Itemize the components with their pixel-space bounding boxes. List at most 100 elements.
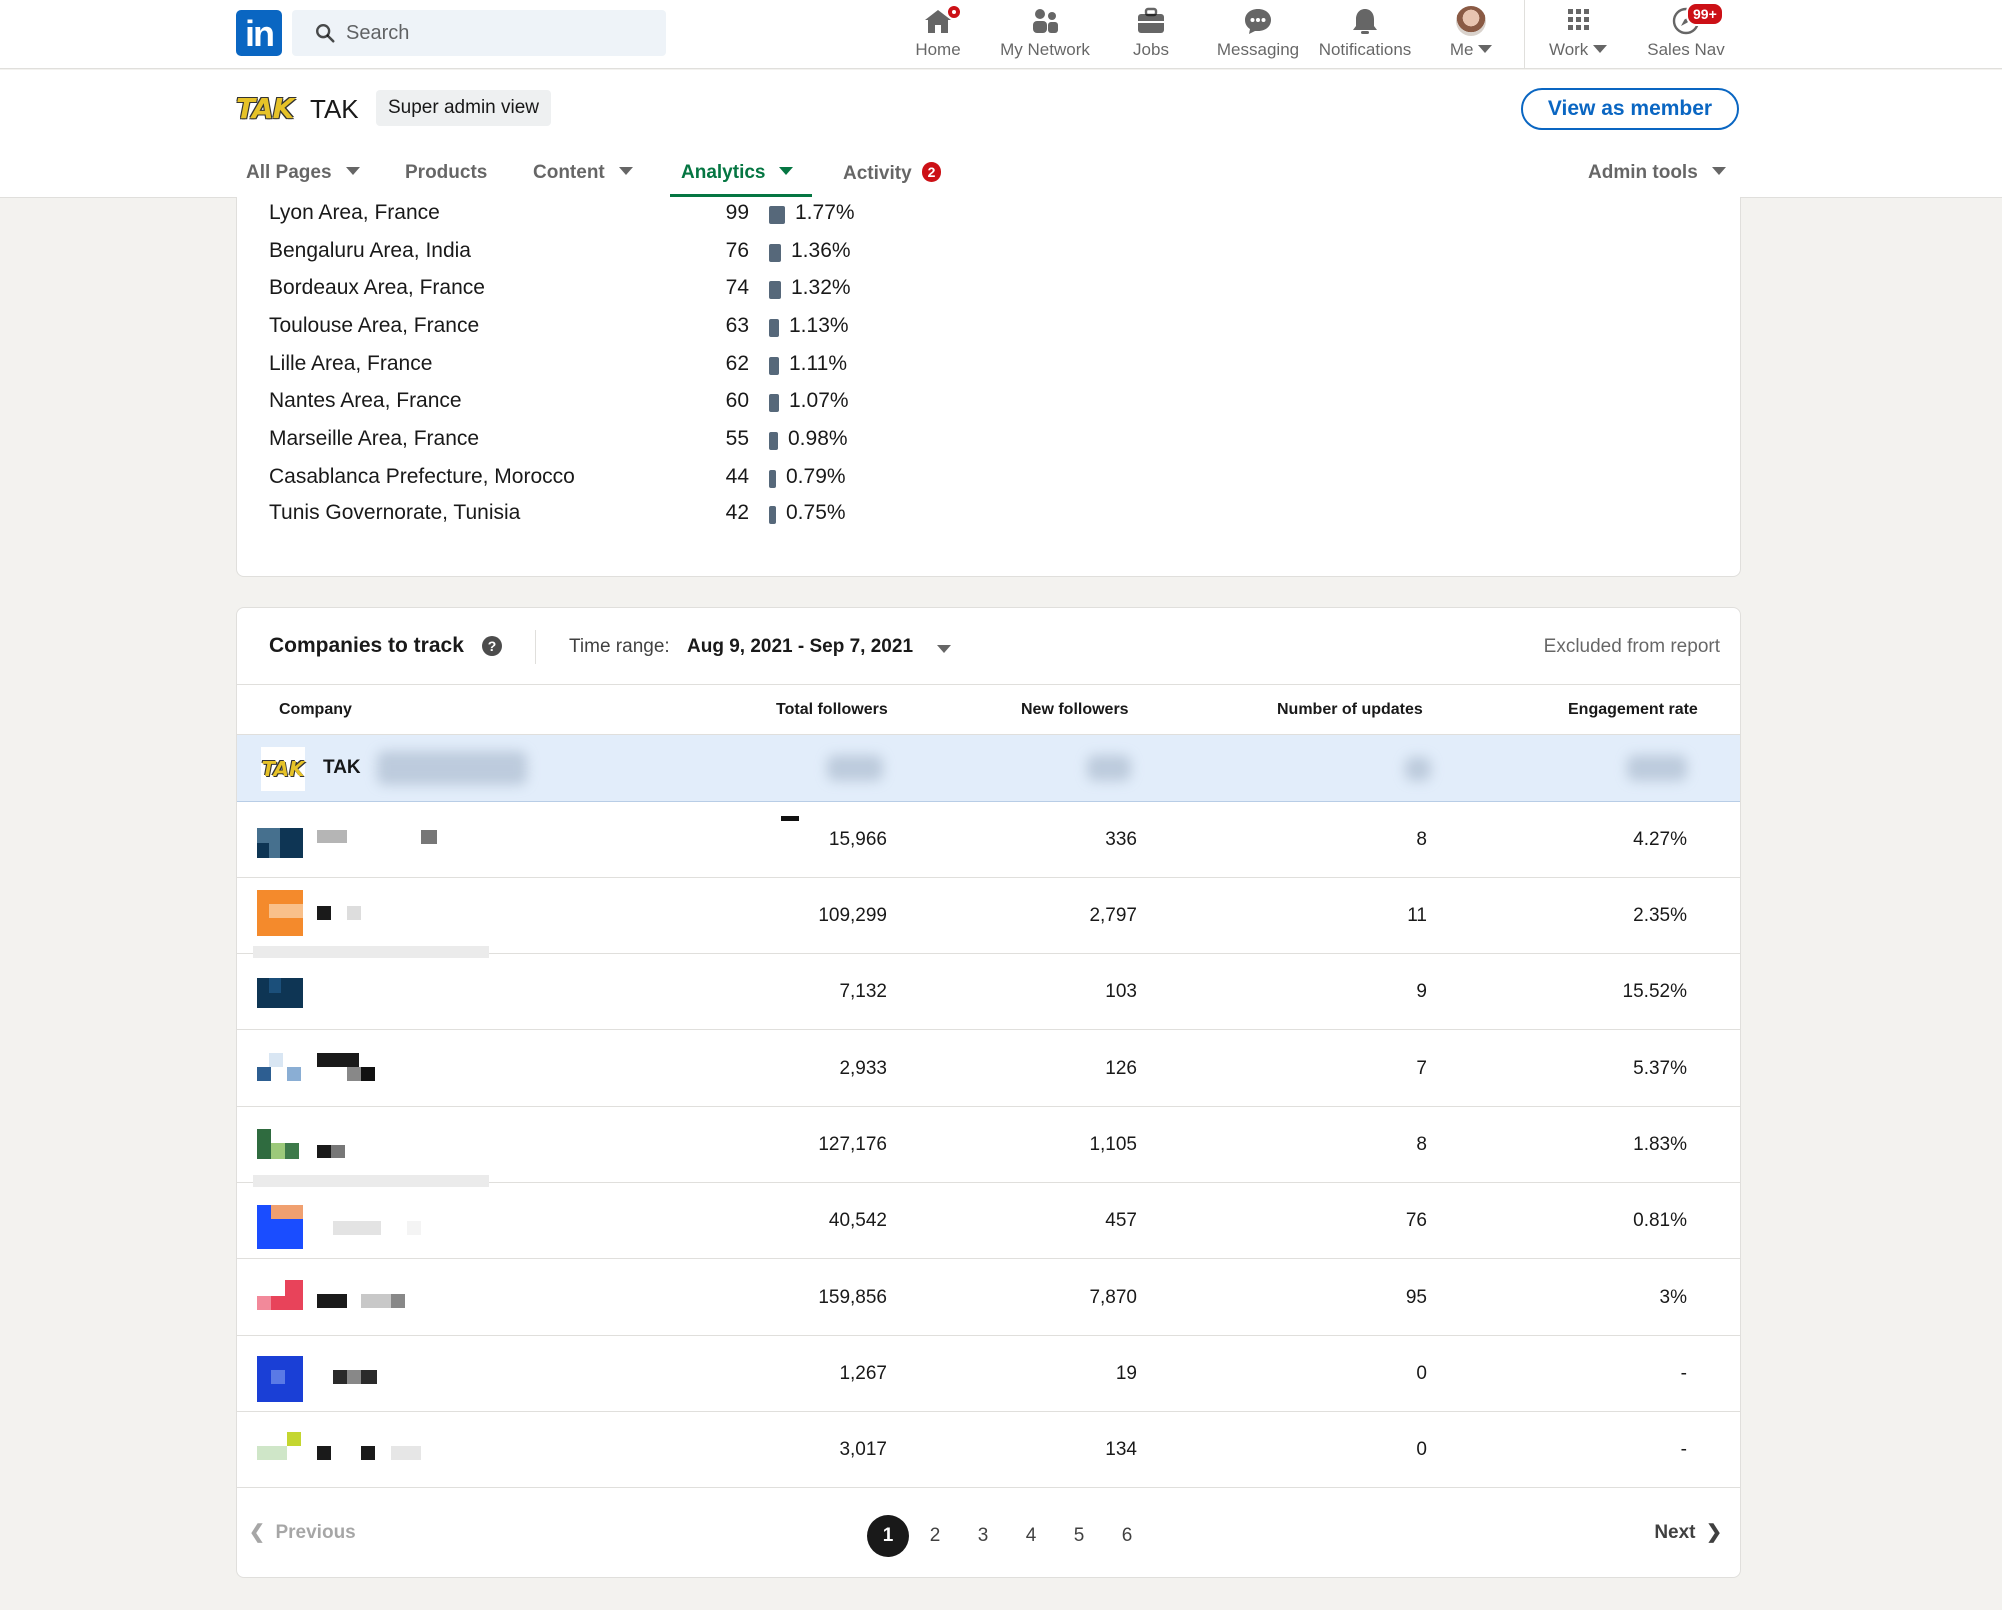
engagement-rate: 2.35% <box>1633 905 1687 926</box>
chevron-down-icon <box>779 167 794 175</box>
search-input[interactable]: Search <box>292 10 666 56</box>
table-row[interactable]: 2,933 126 7 5.37% <box>237 1031 1740 1107</box>
activity-count-badge: 2 <box>921 162 942 182</box>
company-name-redacted <box>317 1294 347 1308</box>
view-as-member-button[interactable]: View as member <box>1521 88 1739 130</box>
global-nav: in Search Home My Network Jobs Messaging… <box>0 0 2002 69</box>
total-followers: 1,267 <box>839 1363 887 1384</box>
blurred-value <box>1405 757 1431 781</box>
chevron-down-icon <box>1711 167 1726 175</box>
tab-admin-tools[interactable]: Admin tools <box>1588 162 1726 184</box>
previous-button[interactable]: ❮ Previous <box>249 1521 356 1544</box>
nav-sales-nav[interactable]: 99+ Sales Nav <box>1640 2 1732 66</box>
linkedin-logo[interactable]: in <box>236 10 282 56</box>
table-row[interactable]: 7,132 103 9 15.52% <box>237 954 1740 1030</box>
nav-home-label: Home <box>915 40 961 59</box>
chevron-down-icon[interactable] <box>937 645 951 653</box>
total-followers: 40,542 <box>828 1210 887 1231</box>
excluded-from-report-link[interactable]: Excluded from report <box>1544 636 1720 658</box>
company-logo: TAK <box>261 747 305 791</box>
table-row[interactable]: 159,856 7,870 95 3% <box>237 1260 1740 1336</box>
next-button[interactable]: Next ❯ <box>1654 1521 1722 1544</box>
total-followers: 15,966 <box>828 829 887 850</box>
chevron-down-icon <box>1478 45 1493 53</box>
location-count: 55 <box>725 427 749 450</box>
location-name: Lille Area, France <box>269 352 433 375</box>
page-2-button[interactable]: 2 <box>914 1515 956 1557</box>
time-range-dropdown[interactable]: Aug 9, 2021 - Sep 7, 2021 <box>687 636 913 658</box>
number-of-updates: 95 <box>1405 1287 1427 1308</box>
table-row[interactable]: 3,017 134 0 - <box>237 1412 1740 1488</box>
engagement-rate: - <box>1680 1363 1687 1384</box>
nav-jobs-label: Jobs <box>1133 40 1169 59</box>
own-company-row[interactable]: TAK TAK <box>237 734 1740 802</box>
nav-notifications-label: Notifications <box>1318 40 1412 59</box>
page-5-button[interactable]: 5 <box>1058 1515 1100 1557</box>
tab-analytics[interactable]: Analytics <box>681 162 794 184</box>
nav-my-network[interactable]: My Network <box>994 4 1096 66</box>
pagination: ❮ Previous 1 2 3 4 5 6 Next ❯ <box>237 1488 1740 1577</box>
location-name: Bordeaux Area, France <box>269 276 485 299</box>
new-followers: 126 <box>1105 1058 1137 1079</box>
location-count: 99 <box>725 201 749 224</box>
company-name-redacted <box>317 1446 331 1460</box>
company-logo <box>287 1432 301 1446</box>
location-percent: 1.32% <box>791 276 851 299</box>
table-header: Company Total followers New followers Nu… <box>237 684 1740 734</box>
engagement-rate: 4.27% <box>1633 829 1687 850</box>
tab-content-label: Content <box>533 162 605 183</box>
table-row[interactable]: 127,176 1,105 8 1.83% <box>237 1107 1740 1187</box>
page-1-button[interactable]: 1 <box>867 1515 909 1557</box>
engagement-rate: 3% <box>1659 1287 1687 1308</box>
search-placeholder: Search <box>346 22 410 44</box>
table-row[interactable]: 15,966 336 8 4.27% <box>237 802 1740 878</box>
nav-me-label: Me <box>1449 40 1474 59</box>
chevron-down-icon <box>345 167 360 175</box>
tab-all-pages[interactable]: All Pages <box>246 162 360 184</box>
new-followers: 1,105 <box>1089 1134 1137 1155</box>
tab-activity[interactable]: Activity 2 <box>843 162 942 185</box>
blurred-value <box>1627 755 1687 781</box>
new-followers: 336 <box>1105 829 1137 850</box>
location-bar <box>769 357 779 375</box>
location-bar <box>769 281 781 299</box>
nav-work-label: Work <box>1548 40 1589 59</box>
location-name: Toulouse Area, France <box>269 314 480 337</box>
nav-me[interactable]: Me <box>1446 4 1496 66</box>
nav-notifications[interactable]: Notifications <box>1314 4 1416 66</box>
nav-work[interactable]: Work <box>1546 4 1610 66</box>
tab-products[interactable]: Products <box>405 162 487 184</box>
page-6-button[interactable]: 6 <box>1106 1515 1148 1557</box>
new-followers: 7,870 <box>1089 1287 1137 1308</box>
column-number-of-updates: Number of updates <box>1277 701 1423 718</box>
table-row[interactable]: 40,542 457 76 0.81% <box>237 1183 1740 1259</box>
location-percent: 0.98% <box>788 427 848 450</box>
table-row[interactable]: 109,299 2,797 11 2.35% <box>237 878 1740 958</box>
nav-jobs[interactable]: Jobs <box>1126 4 1176 66</box>
new-followers: 2,797 <box>1089 905 1137 926</box>
nav-home[interactable]: Home <box>906 4 970 66</box>
location-percent: 0.79% <box>786 465 846 488</box>
page-4-button[interactable]: 4 <box>1010 1515 1052 1557</box>
number-of-updates: 8 <box>1416 829 1427 850</box>
total-followers: 2,933 <box>839 1058 887 1079</box>
table-row[interactable]: 1,267 19 0 - <box>237 1336 1740 1412</box>
org-name[interactable]: TAK <box>310 94 359 125</box>
companies-title: Companies to track <box>269 634 464 657</box>
page-3-button[interactable]: 3 <box>962 1515 1004 1557</box>
number-of-updates: 0 <box>1416 1363 1427 1384</box>
chevron-right-icon: ❯ <box>1706 1522 1722 1543</box>
nav-messaging[interactable]: Messaging <box>1214 4 1302 66</box>
tab-content[interactable]: Content <box>533 162 633 184</box>
previous-label: Previous <box>275 1522 356 1543</box>
location-bar <box>769 394 779 412</box>
follower-locations-card: Lyon Area, France 99 1.77% Bengaluru Are… <box>236 197 1741 577</box>
column-total-followers: Total followers <box>776 701 888 718</box>
nav-messaging-label: Messaging <box>1216 40 1300 59</box>
help-icon[interactable]: ? <box>482 636 502 656</box>
search-icon <box>316 24 335 43</box>
location-bar <box>769 432 778 450</box>
time-range-label: Time range: <box>569 636 670 657</box>
admin-view-badge: Super admin view <box>376 90 552 126</box>
engagement-rate: - <box>1680 1439 1687 1460</box>
